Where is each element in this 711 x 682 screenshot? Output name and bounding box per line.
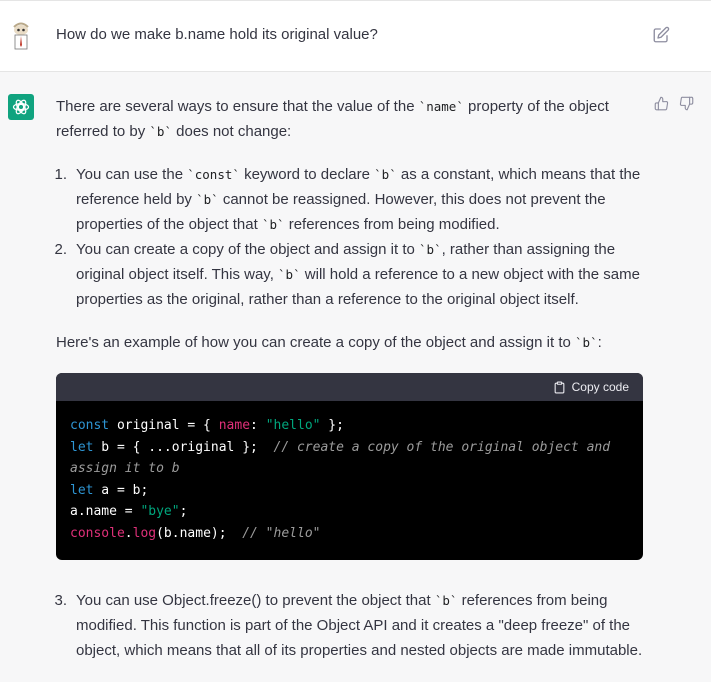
inline-code: `const` — [187, 167, 240, 182]
list-number: 1. — [54, 166, 67, 183]
code-token: . — [124, 525, 133, 541]
user-avatar — [8, 21, 34, 51]
intro-text-1: There are several ways to ensure that th… — [56, 98, 419, 115]
assistant-avatar — [8, 94, 34, 120]
copy-code-label: Copy code — [571, 379, 629, 394]
list-item: 1. You can use the `const` keyword to dec… — [54, 162, 646, 237]
list-item: 3. You can use Object.freeze() to prevent… — [54, 588, 646, 663]
code-token: let — [70, 482, 94, 498]
ways-list: 1. You can use the `const` keyword to dec… — [54, 162, 646, 312]
code-token: }; — [320, 418, 344, 433]
code-token: "bye" — [140, 504, 180, 519]
code-token: let — [70, 439, 94, 455]
inline-code: `b` — [261, 217, 285, 232]
code-token: original = { — [109, 418, 219, 433]
code-line: const original = { name: "hello" }; — [70, 415, 629, 437]
code-token: name — [218, 418, 251, 433]
list-item-text: You can create a copy of the object and … — [76, 241, 420, 258]
code-line: console.log(b.name); // "hello" — [70, 523, 629, 545]
user-message-text: How do we make b.name hold its original … — [56, 26, 378, 43]
code-block-header: Copy code — [56, 373, 643, 401]
inline-code: `b` — [149, 124, 172, 139]
inline-code: `b` — [575, 335, 598, 350]
list-number: 3. — [54, 592, 67, 609]
code-token: (b.name); — [156, 525, 243, 541]
code-token: console — [70, 525, 125, 541]
code-token: const — [70, 418, 110, 433]
list-item-text: You can use the — [76, 166, 188, 183]
code-block: Copy code const original = { name: "hell… — [56, 373, 643, 560]
thumbs-up-icon[interactable] — [654, 96, 669, 111]
code-token: a = b; — [93, 482, 149, 498]
code-token: a.name = — [70, 504, 141, 519]
code-line: let a = b; — [70, 480, 629, 502]
list-item-text: You can use Object.freeze() to prevent t… — [76, 592, 435, 609]
code-token: log — [132, 525, 157, 541]
list-item: 2. You can create a copy of the object an… — [54, 237, 646, 312]
code-token: b = { ...original }; — [93, 439, 274, 455]
example-intro-end: : — [597, 334, 602, 351]
list-item-text: keyword to declare — [239, 166, 375, 183]
list-item-text: references from being modified. — [284, 216, 500, 233]
inline-code: `b` — [196, 192, 219, 207]
assistant-message-row: There are several ways to ensure that th… — [0, 72, 711, 682]
code-token: "hello" — [265, 418, 321, 433]
ways-list-continued: 3. You can use Object.freeze() to prevent… — [54, 588, 646, 663]
clipboard-icon — [554, 381, 564, 393]
inline-code: `b` — [434, 593, 458, 608]
example-intro-text: Here's an example of how you can create … — [56, 334, 576, 351]
code-line: a.name = "bye"; — [70, 501, 629, 523]
inline-code: `b` — [278, 267, 301, 282]
inline-code: `name` — [418, 99, 464, 114]
user-message-row: How do we make b.name hold its original … — [0, 0, 711, 72]
code-line: let b = { ...original }; // create a cop… — [70, 437, 629, 480]
assistant-message-content: There are several ways to ensure that th… — [54, 94, 646, 681]
intro-text-3: does not change: — [171, 123, 292, 140]
code-token: // "hello" — [242, 525, 321, 541]
copy-code-button[interactable]: Copy code — [553, 375, 629, 400]
edit-icon[interactable] — [652, 26, 670, 44]
code-token: : — [250, 418, 266, 433]
intro-paragraph: There are several ways to ensure that th… — [56, 94, 646, 144]
list-number: 2. — [54, 241, 67, 258]
example-intro-paragraph: Here's an example of how you can create … — [56, 330, 646, 355]
thumbs-down-icon[interactable] — [679, 96, 694, 111]
code-content: const original = { name: "hello" }; let b… — [56, 401, 643, 544]
inline-code: `b` — [374, 167, 397, 182]
code-token: ; — [179, 504, 188, 519]
inline-code: `b` — [419, 242, 442, 257]
openai-logo-icon — [12, 99, 30, 115]
